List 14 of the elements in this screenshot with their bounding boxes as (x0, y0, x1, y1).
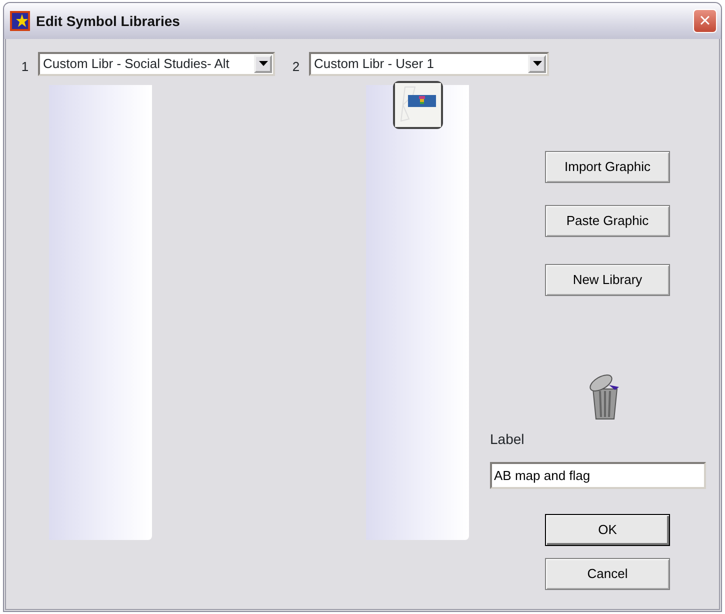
label-field[interactable]: AB map and flag (490, 462, 706, 488)
dialog-button[interactable]: OK (545, 514, 670, 546)
action-button[interactable]: Paste Graphic (545, 204, 670, 236)
app-icon (10, 11, 30, 31)
library-number: 2 (291, 58, 301, 76)
field-label: Label (490, 430, 526, 448)
action-button[interactable]: New Library (545, 264, 670, 296)
library-number: 1 (20, 58, 30, 76)
dialog-button[interactable]: Cancel (545, 558, 670, 590)
action-button[interactable]: Import Graphic (545, 150, 670, 182)
library-dropdown[interactable]: Custom Libr - Social Studies- Alt (38, 52, 275, 76)
library-dropdown[interactable]: Custom Libr - User 1 (309, 52, 549, 76)
window-title: Edit Symbol Libraries (36, 12, 181, 31)
symbol-tile[interactable] (392, 80, 442, 128)
